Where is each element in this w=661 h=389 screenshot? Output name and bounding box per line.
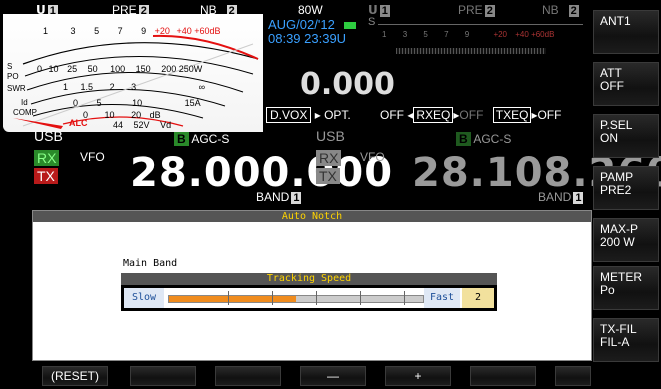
sub-mode: USB [316, 128, 345, 144]
small-frequency-display: 0.000 [300, 67, 395, 102]
psel-key[interactable]: P.SEL ON [593, 114, 659, 158]
main-mode: USB [34, 128, 63, 144]
arrow-right-icon: ▸ [314, 108, 321, 122]
sub-agc: B AGC-S [456, 132, 511, 146]
comp-scale-labels: 0 10 20 dB [83, 110, 161, 120]
opt-label: OPT. [324, 108, 351, 122]
reset-button[interactable]: (RESET) [42, 366, 108, 386]
txfil-key[interactable]: TX-FIL FIL-A [593, 318, 659, 362]
slow-label: Slow [124, 288, 164, 308]
f7-button[interactable] [555, 366, 591, 386]
param-title: Tracking Speed [121, 273, 497, 285]
main-tx-tag: TX [34, 168, 58, 186]
power-indicator: 80W [298, 3, 323, 17]
main-vfo-label: VFO [80, 150, 105, 164]
txeq-button[interactable]: TXEQ [492, 107, 532, 123]
auto-notch-dialog: Auto Notch Main Band Tracking Speed Slow… [32, 210, 592, 361]
main-rx-tag: RX [34, 150, 60, 168]
tracking-speed-panel: Tracking Speed Slow Fast 2 [121, 273, 497, 311]
band-b-badge: B [456, 132, 471, 146]
band-b-badge: B [174, 132, 189, 146]
dvox-opt-row: D.VOX ▸ OPT. [266, 107, 351, 123]
swr-scale-labels: 1 1.5 2 3 ∞ [63, 82, 206, 92]
sub-preamp-indicator: PRE 2 [458, 3, 495, 17]
dialog-title: Auto Notch [33, 211, 591, 222]
maxp-key[interactable]: MAX-P 200 W [593, 218, 659, 262]
s-scale-labels: 1 3 5 7 9 +20 +40 +60dB [43, 26, 221, 36]
pamp-key[interactable]: PAMP PRE2 [593, 166, 659, 210]
antenna-icon: 𝗨 [368, 3, 378, 17]
f6-button[interactable] [470, 366, 536, 386]
sub-meter-bargraph [396, 48, 546, 54]
vd-scale-labels: 44 52V Vd [113, 120, 172, 130]
meter-key[interactable]: METER Po [593, 266, 659, 310]
time-display: 08:39 23:39U [268, 31, 347, 46]
dvox-button[interactable]: D.VOX [266, 107, 312, 123]
fast-label: Fast [424, 288, 460, 308]
eq-row: OFF ◂ RXEQ ▸OFF TXEQ ▸OFF [380, 107, 562, 123]
sub-rx-tag: RX [316, 150, 342, 168]
plus-button[interactable]: + [385, 366, 451, 386]
f2-button[interactable] [130, 366, 196, 386]
ant1-key[interactable]: ANT1 [593, 10, 659, 54]
minus-button[interactable]: — [300, 366, 366, 386]
sub-tx-tag: TX [316, 168, 340, 186]
alc-label: ALC [69, 118, 88, 128]
slider-ticks [184, 291, 414, 305]
clock-panel: AUG/02/'12 08:39 23:39U [268, 17, 357, 46]
att-key[interactable]: ATT OFF [593, 62, 659, 106]
speed-value: 2 [462, 288, 494, 308]
sub-nb-indicator: NB 2 [542, 3, 579, 17]
sub-band-indicator: BAND 1 [538, 190, 584, 204]
f3-button[interactable] [215, 366, 281, 386]
meter-row-labels: S PO SWR Id COMP [7, 62, 37, 117]
side-key-column: ANT1 ATT OFF P.SEL ON PAMP PRE2 MAX-P 200 W … [593, 0, 661, 366]
main-agc: B AGC-S [174, 132, 229, 146]
rxeq-button[interactable]: RXEQ [413, 107, 454, 123]
date-display: AUG/02/'12 [268, 17, 335, 32]
po-scale-labels: 0 10 25 50 100 150 200 250W [37, 64, 203, 74]
sub-antenna-indicator: 𝗨1 [368, 3, 390, 17]
sub-s-meter: S 1 3 5 7 9 +20 +40 +60dB [368, 16, 590, 66]
id-scale-labels: 0 5 10 15A [73, 98, 201, 108]
main-band-indicator: BAND 1 [256, 190, 302, 204]
section-label: Main Band [123, 258, 178, 269]
analog-meter: S PO SWR Id COMP 1 3 5 7 9 +20 +40 +60dB… [3, 14, 263, 132]
battery-icon [344, 22, 357, 30]
sub-vfo-label: VFO [360, 150, 385, 164]
